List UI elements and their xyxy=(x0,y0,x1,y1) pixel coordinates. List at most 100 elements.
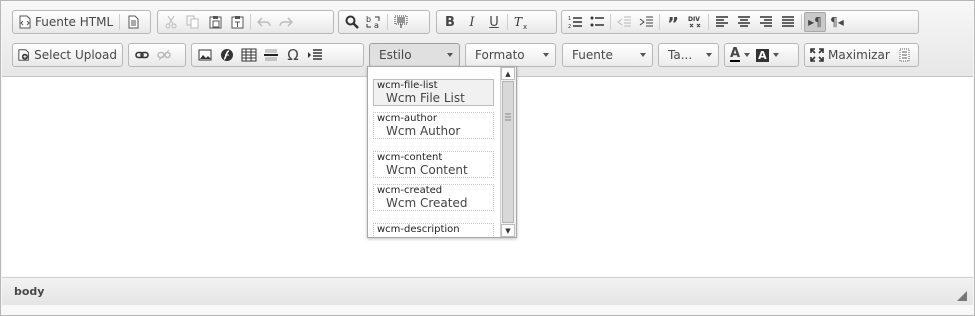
style-option-wcm-content[interactable]: wcm-content Wcm Content xyxy=(373,151,494,178)
replace-button[interactable]: ba xyxy=(363,12,385,32)
source-button[interactable]: Fuente HTML xyxy=(15,12,117,32)
bold-button[interactable]: B xyxy=(439,12,461,32)
element-path-body[interactable]: body xyxy=(14,285,44,298)
rtl-icon: ¶◂ xyxy=(830,15,844,29)
create-div-button[interactable]: DIV xyxy=(684,12,706,32)
align-right-icon xyxy=(760,16,772,27)
indent-icon xyxy=(639,16,653,27)
style-option-wcm-author[interactable]: wcm-author Wcm Author xyxy=(373,112,494,139)
format-combo-label: Formato xyxy=(475,48,525,62)
remove-format-button[interactable]: Tx xyxy=(510,12,532,32)
blockquote-button[interactable]: ” xyxy=(662,12,684,34)
ltr-icon: ▸¶ xyxy=(808,15,822,29)
numbered-list-button[interactable]: 12 xyxy=(564,12,586,32)
styles-combo-label: Estilo xyxy=(379,48,412,62)
flash-icon xyxy=(221,49,233,61)
div-icon: DIV xyxy=(688,16,701,28)
paste-button[interactable] xyxy=(204,12,226,32)
justify-button[interactable] xyxy=(777,12,799,32)
align-left-button[interactable] xyxy=(711,12,733,32)
separator xyxy=(250,14,251,30)
source-label: Fuente HTML xyxy=(35,15,114,29)
style-option-wcm-created[interactable]: wcm-created Wcm Created xyxy=(373,184,494,211)
copy-button[interactable] xyxy=(182,12,204,32)
link-icon xyxy=(135,51,149,59)
select-all-button[interactable] xyxy=(390,12,412,32)
scroll-up-button[interactable]: ▲ xyxy=(501,67,515,80)
font-size-combo[interactable]: Ta... xyxy=(658,43,719,67)
find-button[interactable] xyxy=(341,12,363,32)
style-option-name: Wcm Created xyxy=(386,196,468,210)
italic-button[interactable]: I xyxy=(461,12,483,32)
style-option-tag: wcm-description xyxy=(377,224,460,235)
svg-text:T: T xyxy=(514,15,523,29)
style-option-wcm-file-list[interactable]: wcm-file-list Wcm File List xyxy=(373,79,494,106)
scissors-icon xyxy=(165,15,177,29)
bg-color-icon: A xyxy=(756,48,769,62)
select-upload-button[interactable]: Select Upload xyxy=(15,45,120,65)
paste-text-button[interactable] xyxy=(226,12,248,32)
redo-button[interactable] xyxy=(275,12,297,32)
scroll-thumb[interactable] xyxy=(502,81,514,223)
flash-button[interactable] xyxy=(216,45,238,65)
links-group xyxy=(128,43,186,67)
bulleted-list-button[interactable] xyxy=(586,12,608,32)
italic-icon: I xyxy=(469,14,475,30)
copy-icon xyxy=(186,15,199,29)
align-left-icon xyxy=(716,16,728,27)
ltr-button[interactable]: ▸¶ xyxy=(804,12,826,32)
indent-button[interactable] xyxy=(635,12,657,32)
separator xyxy=(801,14,802,30)
align-center-button[interactable] xyxy=(733,12,755,32)
underline-button[interactable]: U xyxy=(483,12,505,32)
triangle-down-icon: ▼ xyxy=(505,226,511,235)
font-combo-label: Fuente xyxy=(572,48,613,62)
chevron-down-icon xyxy=(772,53,779,57)
styles-scrollbar[interactable]: ▲ ▼ xyxy=(500,67,516,237)
paste-text-icon xyxy=(231,16,243,29)
maximize-button[interactable]: Maximizar xyxy=(807,45,893,65)
page-break-button[interactable] xyxy=(304,45,326,65)
show-blocks-button[interactable] xyxy=(893,45,915,65)
omega-icon: Ω xyxy=(287,46,299,64)
align-right-button[interactable] xyxy=(755,12,777,32)
redo-icon xyxy=(279,17,293,27)
svg-text:DIV: DIV xyxy=(688,16,700,23)
text-color-button[interactable]: A xyxy=(727,45,753,65)
select-upload-label: Select Upload xyxy=(34,48,117,62)
chevron-down-icon xyxy=(543,53,549,57)
replace-icon: ba xyxy=(366,15,380,29)
remove-format-icon: Tx xyxy=(514,15,527,29)
style-option-wcm-description[interactable]: wcm-description xyxy=(373,223,494,237)
rtl-button[interactable]: ¶◂ xyxy=(826,12,848,32)
styles-combo[interactable]: Estilo xyxy=(369,43,460,67)
separator xyxy=(610,14,611,30)
undo-button[interactable] xyxy=(253,12,275,32)
page-break-icon xyxy=(308,49,322,60)
unlink-button[interactable] xyxy=(153,45,175,65)
link-button[interactable] xyxy=(131,45,153,65)
scroll-down-button[interactable]: ▼ xyxy=(501,224,515,237)
separator xyxy=(659,14,660,30)
styles-list: wcm-file-list Wcm File List wcm-author W… xyxy=(368,67,502,237)
document-group: Fuente HTML xyxy=(12,10,151,34)
chevron-down-icon xyxy=(640,53,646,57)
format-combo[interactable]: Formato xyxy=(465,43,556,67)
font-size-combo-label: Ta... xyxy=(668,48,693,62)
resize-handle-icon[interactable] xyxy=(957,291,967,301)
image-icon xyxy=(198,49,212,61)
upload-group: Select Upload xyxy=(12,43,123,67)
bold-icon: B xyxy=(445,14,455,30)
outdent-button[interactable] xyxy=(613,12,635,32)
special-char-button[interactable]: Ω xyxy=(282,45,304,65)
bg-color-button[interactable]: A xyxy=(753,45,782,65)
image-button[interactable] xyxy=(194,45,216,65)
align-center-icon xyxy=(738,16,750,27)
chevron-down-icon xyxy=(706,53,712,57)
templates-button[interactable] xyxy=(122,12,144,32)
cut-button[interactable] xyxy=(160,12,182,32)
font-combo[interactable]: Fuente xyxy=(562,43,653,67)
horizontal-rule-button[interactable] xyxy=(260,45,282,65)
style-option-name: Wcm Author xyxy=(386,124,461,138)
table-button[interactable] xyxy=(238,45,260,65)
